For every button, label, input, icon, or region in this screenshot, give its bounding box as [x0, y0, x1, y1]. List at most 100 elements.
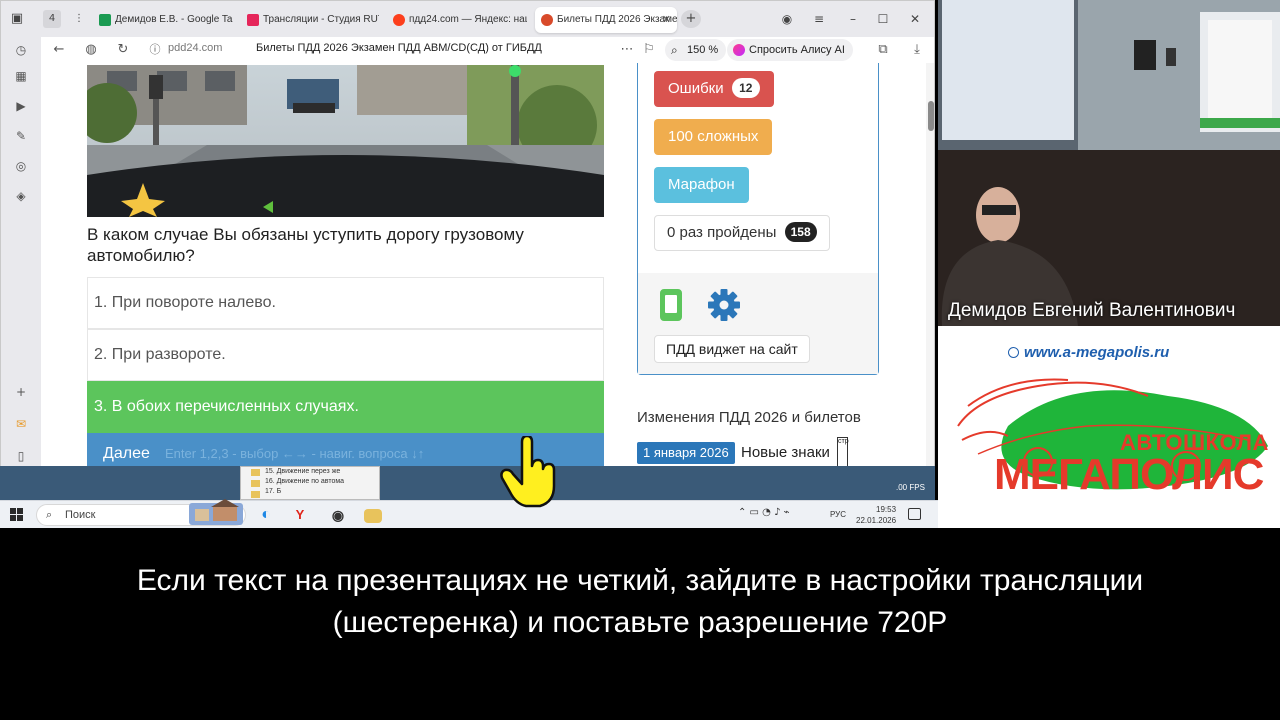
clock-time: 19:53	[876, 505, 897, 514]
mobile-phone-icon[interactable]	[660, 289, 682, 321]
taskbar-clock[interactable]: 19:53 22.01.2026	[856, 504, 896, 526]
site-info-icon[interactable]: ⓘ	[145, 40, 165, 60]
windows-start-icon[interactable]	[10, 508, 24, 522]
browser-window: ▣ 4 ⋮ Демидов Е.В. - Google Tab Трансляц…	[0, 0, 935, 497]
reload-icon[interactable]: ↻	[113, 40, 133, 60]
tab-rutube-studio[interactable]: Трансляции - Студия RUTUBE	[241, 7, 379, 33]
date-badge: 1 января 2026	[637, 442, 735, 464]
question-text: В каком случае Вы обязаны уступить дорог…	[87, 225, 524, 265]
screenshot-icon[interactable]: ⧉	[873, 40, 893, 60]
taskbar: ⌕ Поиск ◐ Y ◉ ⌃ ▭ ◔ ♪ ⌁ РУС 19:53 22.01.…	[0, 499, 938, 528]
tabs-menu-icon[interactable]: ⋮	[69, 9, 89, 29]
alice-label: Спросить Алису AI	[749, 44, 845, 56]
alice-button[interactable]: Спросить Алису AI	[727, 39, 853, 61]
search-highlight-art	[189, 499, 243, 525]
notes-icon[interactable]: ✎	[12, 127, 30, 145]
language-indicator[interactable]: РУС	[830, 510, 846, 519]
gallery-icon[interactable]: ◎	[12, 157, 30, 175]
globe-icon	[1008, 347, 1019, 358]
folder-icon	[251, 469, 260, 476]
errors-count-badge: 12	[731, 78, 760, 98]
answer-option-2[interactable]: 2. При развороте.	[87, 329, 604, 381]
school-logo: www.a-megapolis.ru АВТОШКОЛА МЕГАПОЛИС	[938, 326, 1280, 528]
history-icon[interactable]: ◷	[12, 41, 30, 59]
yandex-browser-icon[interactable]: Y	[290, 505, 310, 525]
mail-icon[interactable]: ✉	[12, 415, 30, 433]
protect-icon[interactable]: ◍	[81, 40, 101, 60]
news-box: стр	[837, 437, 849, 467]
zoom-value: 150 %	[687, 44, 719, 56]
tab-bar: ▣ 4 ⋮ Демидов Е.В. - Google Tab Трансляц…	[1, 1, 934, 37]
file-explorer-window: 15. Движение перез же 16. Движение по ав…	[240, 466, 380, 500]
back-icon[interactable]: ←	[49, 40, 69, 60]
tab-label: пдд24.com — Яндекс: нашлось	[409, 14, 527, 25]
zoom-icon: ⌕	[671, 43, 678, 57]
more-icon[interactable]: ⋯	[617, 40, 637, 60]
minimize-icon[interactable]: –	[841, 7, 865, 31]
url-host[interactable]: pdd24.com	[168, 42, 222, 54]
presenter-name: Демидов Евгений Валентинович	[948, 300, 1236, 321]
passed-counter[interactable]: 0 раз пройдены 158	[654, 215, 830, 251]
sidebar-toggle-icon[interactable]: ▯	[12, 447, 30, 465]
news-text[interactable]: Новые знаки	[741, 444, 830, 461]
video-icon[interactable]: ▶	[12, 97, 30, 115]
games-icon[interactable]: ◈	[12, 187, 30, 205]
answer-option-1[interactable]: 1. При повороте налево.	[87, 277, 604, 329]
profile-icon[interactable]: ◉	[775, 7, 799, 31]
zoom-indicator[interactable]: ⌕ 150 %	[665, 39, 727, 61]
hamburger-menu-icon[interactable]: ≡	[807, 7, 831, 31]
marathon-button[interactable]: Марафон	[654, 167, 749, 203]
menu-icon[interactable]: ▣	[7, 9, 27, 29]
close-tab-icon[interactable]: ✕	[662, 7, 671, 33]
gear-icon[interactable]	[706, 287, 742, 323]
errors-button[interactable]: Ошибки 12	[654, 71, 774, 107]
tab-yandex-search[interactable]: пдд24.com — Яндекс: нашлось	[387, 7, 527, 33]
edge-icon[interactable]: ◐	[256, 505, 276, 525]
pdd-icon	[541, 14, 553, 26]
notifications-icon[interactable]	[908, 508, 921, 520]
add-panel-icon[interactable]: +	[12, 383, 30, 401]
changes-heading[interactable]: Изменения ПДД 2026 и билетов	[637, 409, 861, 426]
tab-label: Трансляции - Студия RUTUBE	[263, 14, 379, 25]
browser-sidebar: ◷ ▦ ▶ ✎ ◎ ◈ + ✉ ▯	[1, 37, 41, 496]
hard-questions-button[interactable]: 100 сложных	[654, 119, 773, 155]
address-bar: ← ◍ ↻ ⓘ pdd24.com Билеты ПДД 2026 Экзаме…	[41, 37, 934, 63]
tab-label: Билеты ПДД 2026 Экзамен	[557, 14, 677, 25]
answer-option-3[interactable]: 3. В обоих перечисленных случаях.	[87, 381, 604, 433]
stream-frame: ▣ 4 ⋮ Демидов Е.В. - Google Tab Трансляц…	[0, 0, 1280, 720]
clock-date: 22.01.2026	[856, 516, 897, 525]
page-scrollbar[interactable]	[926, 63, 934, 467]
mode-panel: Ошибки 12 100 сложных Марафон 0 раз прой…	[637, 63, 879, 375]
explorer-item[interactable]: 17. Б	[265, 487, 379, 497]
url-page-title[interactable]: Билеты ПДД 2026 Экзамен ПДД ABM/CD(СД) о…	[256, 42, 542, 54]
alice-icon	[733, 44, 745, 56]
maximize-icon[interactable]: ☐	[871, 7, 895, 31]
scrollbar-thumb[interactable]	[928, 101, 934, 131]
tab-pdd-tickets[interactable]: Билеты ПДД 2026 Экзамен ✕	[535, 7, 677, 33]
widget-button[interactable]: ПДД виджет на сайт	[654, 335, 810, 363]
question-image	[87, 65, 604, 217]
rutube-icon	[247, 14, 259, 26]
errors-label: Ошибки	[668, 80, 724, 97]
obs-icon[interactable]: ◉	[328, 505, 348, 525]
tab-counter[interactable]: 4	[43, 10, 61, 28]
download-icon[interactable]: ⤓	[907, 40, 927, 60]
yandex-icon	[393, 14, 405, 26]
keyboard-hint: Enter 1,2,3 - выбор ←→ - навиг. вопроса …	[165, 446, 425, 461]
system-tray-icons[interactable]: ⌃ ▭ ◔ ♪ ⌁	[738, 507, 790, 518]
hand-cursor-icon	[500, 436, 556, 508]
explorer-item[interactable]: 15. Движение перез же	[265, 467, 379, 477]
search-icon: ⌕	[46, 508, 53, 521]
webcam-feed	[938, 0, 1280, 326]
folder-icon	[251, 480, 260, 487]
tab-label: Демидов Е.В. - Google Tab	[115, 14, 233, 25]
collections-icon[interactable]: ▦	[12, 67, 30, 85]
explorer-item[interactable]: 16. Движение по автома	[265, 477, 379, 487]
bookmark-icon[interactable]: ⚐	[639, 40, 659, 60]
new-tab-button[interactable]: +	[681, 10, 701, 28]
tab-google-table[interactable]: Демидов Е.В. - Google Tab	[93, 7, 233, 33]
taskbar-search[interactable]: ⌕ Поиск	[36, 499, 246, 526]
file-explorer-icon[interactable]	[364, 509, 382, 523]
next-label: Далее	[103, 445, 150, 462]
close-window-icon[interactable]: ✕	[903, 7, 927, 31]
